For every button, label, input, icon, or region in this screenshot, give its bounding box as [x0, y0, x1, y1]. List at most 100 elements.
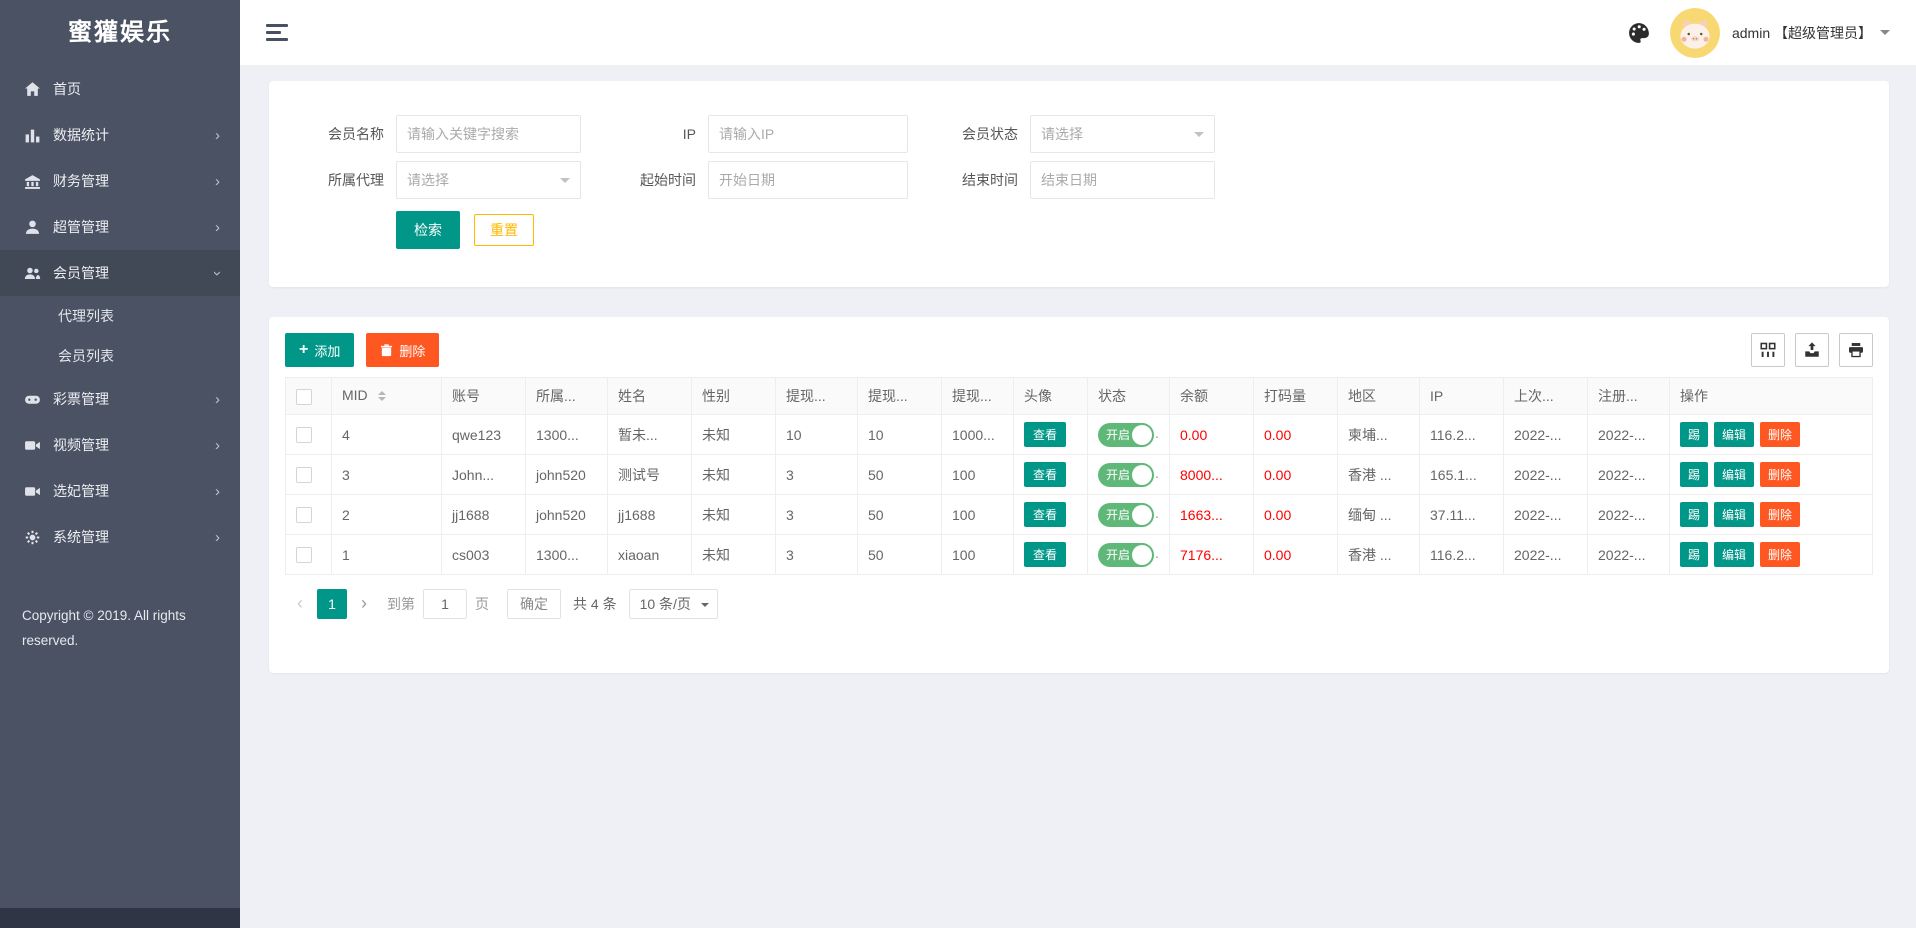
table-cell: xiaoan [607, 534, 692, 575]
kick-button[interactable]: 踢 [1680, 462, 1709, 487]
gear-icon [24, 529, 41, 546]
table-cell: 0.00 [1253, 494, 1338, 535]
column-header: 姓名 [607, 377, 692, 415]
view-avatar-button[interactable]: 查看 [1024, 422, 1067, 447]
status-toggle[interactable]: 开启 [1098, 462, 1154, 487]
export-button[interactable] [1795, 333, 1829, 367]
view-avatar-button[interactable]: 查看 [1024, 462, 1067, 487]
edit-button[interactable]: 编辑 [1714, 422, 1755, 447]
edit-button[interactable]: 编辑 [1714, 462, 1755, 487]
status-toggle[interactable]: 开启 [1098, 542, 1154, 567]
plus-icon: + [299, 341, 309, 358]
select-all-checkbox[interactable] [296, 388, 312, 405]
hamburger-menu-icon[interactable] [266, 20, 290, 45]
agent-select[interactable] [396, 161, 581, 199]
kick-button[interactable]: 踢 [1680, 542, 1709, 567]
sidebar-item[interactable]: 超管管理 › [0, 204, 240, 250]
next-page-button[interactable]: › [349, 589, 379, 619]
table-cell: 踢编辑 删除 [1669, 414, 1873, 455]
user-avatar[interactable] [1669, 7, 1720, 58]
column-header: 提现... [857, 377, 942, 415]
table-cell: jj1688 [607, 494, 692, 535]
sidebar-item[interactable]: 彩票管理 › [0, 376, 240, 422]
sidebar-item[interactable]: 财务管理 › [0, 158, 240, 204]
table-cell: 3 [775, 494, 858, 535]
filter-columns-button[interactable] [1751, 333, 1785, 367]
sidebar-subitem[interactable]: 会员列表 [0, 336, 240, 376]
user-menu[interactable]: admin 【超级管理员】 [1732, 23, 1890, 43]
table-cell: 2022-... [1503, 454, 1588, 495]
start-date-input[interactable] [708, 161, 908, 199]
search-button[interactable]: 检索 [396, 211, 460, 249]
view-avatar-button[interactable]: 查看 [1024, 502, 1067, 527]
delete-button[interactable]: 删除 [1760, 502, 1801, 527]
table-cell: 116.2... [1419, 534, 1504, 575]
page-number-button[interactable]: 1 [317, 589, 347, 619]
trash-icon [381, 343, 393, 356]
sidebar-item[interactable]: 首页 [0, 66, 240, 112]
table-cell: jj1688 [441, 494, 526, 535]
table-cell [285, 414, 332, 455]
sidebar-item[interactable]: 选妃管理 › [0, 468, 240, 514]
column-header: MID [331, 377, 442, 415]
goto-page-input[interactable] [423, 589, 467, 619]
goto-confirm-button[interactable]: 确定 [507, 589, 561, 619]
sidebar-item[interactable]: 数据统计 › [0, 112, 240, 158]
ip-input[interactable] [708, 115, 908, 153]
content: 会员名称 IP 会员状态 [240, 66, 1916, 928]
prev-page-button[interactable]: ‹ [285, 589, 315, 619]
sidebar-item[interactable]: 会员管理 › [0, 250, 240, 296]
field-label: 会员状态 [962, 126, 1018, 142]
view-avatar-button[interactable]: 查看 [1024, 542, 1067, 567]
delete-button[interactable]: 删除 [1760, 422, 1801, 447]
table-row: 1 cs003 1300... xiaoan 未知 3 50 100 查看 开启. 7176... 0… [285, 534, 1873, 575]
app-logo: 蜜獾娱乐 [68, 19, 172, 46]
table-cell: 165.1... [1419, 454, 1504, 495]
member-name-input[interactable] [396, 115, 581, 153]
member-status-select[interactable] [1030, 115, 1215, 153]
delete-button[interactable]: 删除 [1760, 542, 1801, 567]
table-row: 3 John... john520 测试号 未知 3 50 100 查看 开启. 8000... 0.… [285, 454, 1873, 495]
kick-button[interactable]: 踢 [1680, 422, 1709, 447]
table-cell: 100 [941, 534, 1014, 575]
row-checkbox[interactable] [296, 467, 312, 484]
row-checkbox[interactable] [296, 547, 312, 564]
sidebar-item[interactable]: 视频管理 › [0, 422, 240, 468]
table-cell: 查看 [1013, 534, 1088, 575]
edit-button[interactable]: 编辑 [1714, 542, 1755, 567]
table-cell: 查看 [1013, 414, 1088, 455]
sort-icon[interactable] [377, 387, 386, 405]
field-label: 结束时间 [962, 172, 1018, 188]
topbar: admin 【超级管理员】 [240, 0, 1916, 66]
status-toggle[interactable]: 开启 [1098, 422, 1154, 447]
field-label: 所属代理 [328, 172, 384, 188]
table-cell: 测试号 [607, 454, 692, 495]
gamepad-icon [24, 391, 41, 408]
sidebar-item[interactable]: 系统管理 › [0, 514, 240, 560]
chevron-right-icon: › [215, 482, 220, 500]
theme-palette-icon[interactable] [1628, 22, 1650, 44]
table-cell: 3 [775, 534, 858, 575]
end-date-input[interactable] [1030, 161, 1215, 199]
column-header: 地区 [1337, 377, 1420, 415]
table-cell: 37.11... [1419, 494, 1504, 535]
delete-button[interactable]: 删除 [1760, 462, 1801, 487]
column-header: 提现... [775, 377, 858, 415]
table-cell: 2022-... [1587, 454, 1670, 495]
page-size-select[interactable]: 10 条/页 [628, 589, 718, 619]
bulk-delete-button[interactable]: 删除 [366, 333, 440, 367]
status-toggle[interactable]: 开启 [1098, 502, 1154, 527]
reset-button[interactable]: 重置 [474, 214, 534, 246]
column-header: 上次... [1503, 377, 1588, 415]
table-cell [285, 494, 332, 535]
table-header-row: MID 账号 所属... 姓名 性别 提现... 提现... 提现... 头像 状态 余额 打码量地… [285, 377, 1873, 415]
kick-button[interactable]: 踢 [1680, 502, 1709, 527]
table-cell: 3 [331, 454, 442, 495]
row-checkbox[interactable] [296, 507, 312, 524]
table-cell: 未知 [691, 494, 776, 535]
print-button[interactable] [1839, 333, 1873, 367]
sidebar-subitem[interactable]: 代理列表 [0, 296, 240, 336]
row-checkbox[interactable] [296, 427, 312, 444]
add-button[interactable]: + 添加 [285, 333, 355, 367]
edit-button[interactable]: 编辑 [1714, 502, 1755, 527]
